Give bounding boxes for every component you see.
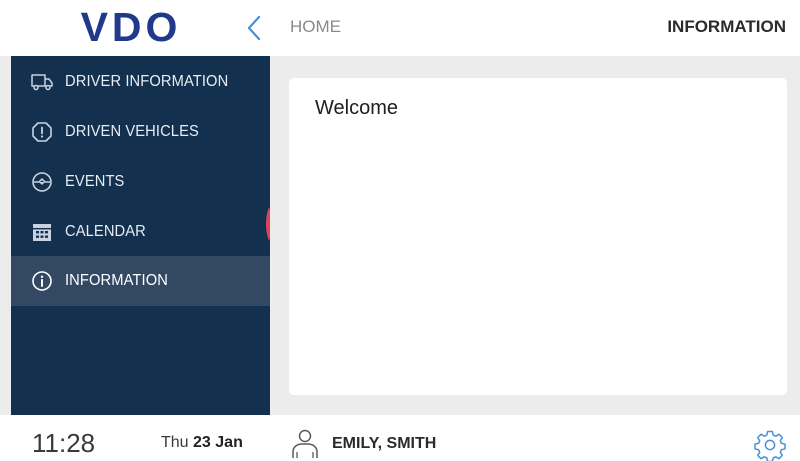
sidebar-item-label: CALENDAR [65, 223, 146, 240]
info-icon [29, 268, 55, 294]
user-icon [292, 429, 318, 458]
alert-icon [29, 119, 55, 145]
chevron-left-icon [247, 15, 261, 41]
welcome-text: Welcome [315, 97, 398, 119]
events-icon [29, 169, 55, 195]
truck-icon [29, 69, 55, 95]
gear-icon[interactable] [754, 429, 786, 461]
header: VDO HOME INFORMATION [0, 0, 800, 56]
vdo-logo: VDO [81, 7, 182, 47]
page-title: INFORMATION [667, 17, 786, 36]
sidebar: DRIVER INFORMATION DRIVEN VEHICLES EVENT… [0, 56, 270, 415]
sidebar-item-information[interactable]: INFORMATION [11, 256, 270, 306]
calendar-icon [29, 219, 55, 245]
back-button[interactable] [240, 12, 268, 44]
date-day: Thu [161, 434, 189, 451]
sidebar-menu: DRIVER INFORMATION DRIVEN VEHICLES EVENT… [11, 56, 270, 415]
sidebar-item-calendar[interactable]: CALENDAR [11, 207, 270, 257]
sidebar-item-label: DRIVER INFORMATION [65, 73, 229, 90]
clock: 11:28 [32, 428, 96, 458]
date-value: 23 Jan [193, 434, 243, 451]
content-card: Welcome [289, 78, 787, 395]
sidebar-item-events[interactable]: EVENTS [11, 157, 270, 207]
sidebar-item-driven-vehicles[interactable]: DRIVEN VEHICLES [11, 107, 270, 157]
date: Thu 23 Jan [161, 434, 243, 452]
sidebar-item-driver-information[interactable]: DRIVER INFORMATION [11, 57, 270, 107]
sidebar-item-label: DRIVEN VEHICLES [65, 123, 199, 140]
sidebar-item-label: EVENTS [65, 173, 125, 190]
sidebar-item-label: INFORMATION [65, 272, 168, 289]
user-name[interactable]: EMILY, SMITH [332, 435, 436, 453]
status-bar: 11:28 Thu 23 Jan EMILY, SMITH [0, 415, 800, 461]
svg-text:VDO: VDO [81, 7, 182, 47]
breadcrumb-home[interactable]: HOME [290, 17, 341, 37]
main-content: Welcome [270, 56, 800, 415]
